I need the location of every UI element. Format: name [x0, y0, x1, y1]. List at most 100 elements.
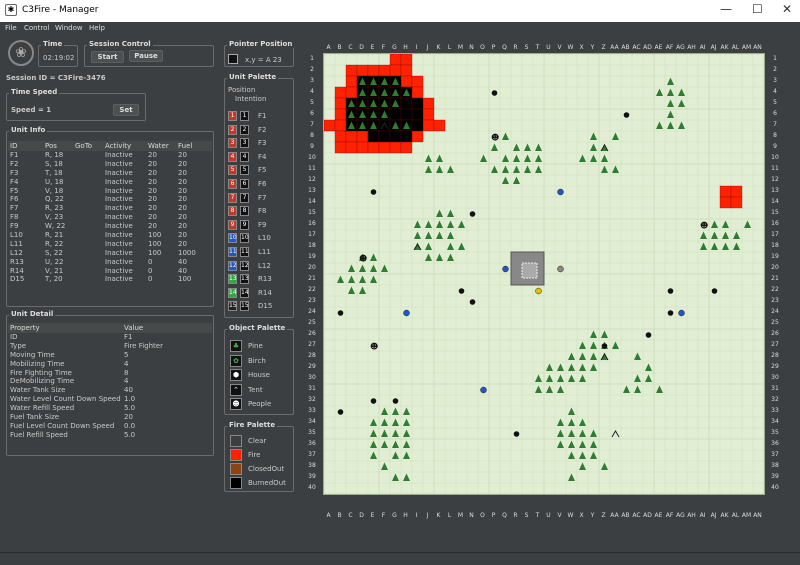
unit-palette-item[interactable]: 11 11 L11 — [228, 247, 298, 257]
unit-row[interactable]: F2 S, 18 Inactive 20 20 — [8, 160, 212, 169]
col-pos[interactable]: Pos — [45, 141, 57, 151]
col-water[interactable]: Water — [148, 141, 169, 151]
unit-intention-swatch[interactable]: 12 — [240, 260, 249, 271]
unit-palette-item[interactable]: 10 10 L10 — [228, 233, 298, 244]
unit-row[interactable]: F3 T, 18 Inactive 20 20 — [8, 169, 212, 178]
detail-row[interactable]: Water Refill Speed 5.0 — [8, 404, 212, 413]
unit-intention-swatch[interactable]: 5 — [240, 165, 249, 176]
unit-position-swatch[interactable]: 11 — [228, 247, 237, 257]
unit-row[interactable]: F4 U, 18 Inactive 20 20 — [8, 178, 212, 187]
unit-position-swatch[interactable]: 5 — [228, 165, 237, 176]
unit-row[interactable]: R14 V, 21 Inactive 0 40 — [8, 267, 212, 276]
unit-position-swatch[interactable]: 7 — [228, 192, 237, 203]
set-speed-button[interactable]: Set — [113, 104, 139, 116]
simulation-map[interactable]: ☻ ☻ ☻ ☻ — [323, 53, 765, 495]
unit-position-swatch[interactable]: 9 — [228, 219, 237, 230]
unit-intention-swatch[interactable]: 8 — [240, 206, 249, 217]
unit-palette-item[interactable]: 5 5 F5 — [228, 165, 298, 176]
detail-row[interactable]: Fuel Refill Speed 5.0 — [8, 431, 212, 440]
detail-row[interactable]: Fire Fighting Time 8 — [8, 369, 212, 378]
detail-row[interactable]: Water Tank Size 40 — [8, 386, 212, 395]
menu-window[interactable]: Window — [55, 24, 83, 32]
unit-intention-swatch[interactable]: 15 — [240, 301, 249, 312]
unit-row[interactable]: F1 R, 18 Inactive 20 20 — [8, 151, 212, 160]
col-value[interactable]: Value — [124, 323, 143, 333]
unit-position-swatch[interactable]: 13 — [228, 274, 237, 285]
col-id[interactable]: ID — [10, 141, 17, 151]
object-palette-item[interactable]: ✿ Birch — [230, 354, 290, 367]
pause-button[interactable]: Pause — [129, 50, 163, 62]
unit-position-swatch[interactable]: 2 — [228, 124, 237, 135]
col-property[interactable]: Property — [10, 323, 40, 333]
object-palette-item[interactable]: ☻ People — [230, 398, 290, 410]
maximize-icon[interactable]: ☐ — [752, 2, 763, 16]
object-palette-item[interactable]: ♣ Pine — [230, 340, 290, 352]
unit-row[interactable]: L11 R, 22 Inactive 100 20 — [8, 240, 212, 249]
unit-intention-swatch[interactable]: 11 — [240, 247, 249, 257]
col-activity[interactable]: Activity — [105, 141, 131, 151]
unit-palette-item[interactable]: 7 7 F7 — [228, 192, 298, 203]
detail-row[interactable]: Moving Time 5 — [8, 351, 212, 360]
menu-file[interactable]: File — [5, 24, 17, 32]
unit-row[interactable]: F9 W, 22 Inactive 20 20 — [8, 222, 212, 231]
unit-palette-item[interactable]: 6 6 F6 — [228, 179, 298, 189]
unit-palette-item[interactable]: 14 14 R14 — [228, 287, 298, 298]
unit-row[interactable]: F5 V, 18 Inactive 20 20 — [8, 187, 212, 196]
close-icon[interactable]: ✕ — [782, 2, 792, 16]
unit-palette-item[interactable]: 12 12 L12 — [228, 260, 298, 271]
unit-intention-swatch[interactable]: 13 — [240, 274, 249, 285]
object-palette-item[interactable]: ⌃ Tent — [230, 383, 290, 396]
fire-palette-item[interactable]: ClosedOut — [230, 463, 290, 475]
unit-intention-swatch[interactable]: 7 — [240, 192, 249, 203]
unit-row[interactable]: F6 Q, 22 Inactive 20 20 — [8, 195, 212, 204]
unit-palette-item[interactable]: 2 2 F2 — [228, 124, 298, 135]
unit-intention-swatch[interactable]: 1 — [240, 111, 249, 121]
unit-position-swatch[interactable]: 1 — [228, 111, 237, 121]
unit-position-swatch[interactable]: 10 — [228, 233, 237, 244]
map-canvas[interactable]: ☻ ☻ ☻ ☻ — [323, 53, 765, 495]
unit-intention-swatch[interactable]: 9 — [240, 219, 249, 230]
unit-palette-item[interactable]: 3 3 F3 — [228, 138, 298, 149]
col-fuel[interactable]: Fuel — [178, 141, 192, 151]
unit-palette-item[interactable]: 13 13 R13 — [228, 274, 298, 285]
detail-row[interactable]: ID F1 — [8, 333, 212, 342]
minimize-icon[interactable]: — — [720, 2, 732, 16]
unit-row[interactable]: F8 V, 23 Inactive 20 20 — [8, 213, 212, 222]
unit-intention-swatch[interactable]: 10 — [240, 233, 249, 244]
unit-row[interactable]: R13 U, 22 Inactive 0 40 — [8, 258, 212, 267]
fire-palette-item[interactable]: Fire — [230, 449, 290, 461]
unit-row[interactable]: L12 S, 22 Inactive 100 1000 — [8, 249, 212, 258]
detail-row[interactable]: Fuel Tank Size 20 — [8, 413, 212, 422]
unit-position-swatch[interactable]: 15 — [228, 301, 237, 312]
unit-intention-swatch[interactable]: 14 — [240, 287, 249, 298]
unit-intention-swatch[interactable]: 3 — [240, 138, 249, 149]
unit-intention-swatch[interactable]: 4 — [240, 151, 249, 162]
fire-palette-item[interactable]: Clear — [230, 435, 290, 447]
detail-row[interactable]: Water Level Count Down Speed 1.0 — [8, 395, 212, 404]
unit-palette-item[interactable]: 1 1 F1 — [228, 111, 298, 121]
unit-row[interactable]: F7 R, 23 Inactive 20 20 — [8, 204, 212, 213]
detail-row[interactable]: Mobilizing Time 4 — [8, 360, 212, 369]
detail-row[interactable]: Type Fire Fighter — [8, 342, 212, 351]
unit-position-swatch[interactable]: 3 — [228, 138, 237, 149]
start-button[interactable]: Start — [91, 51, 124, 63]
unit-intention-swatch[interactable]: 2 — [240, 124, 249, 135]
detail-row[interactable]: Fuel Level Count Down Speed 0.0 — [8, 422, 212, 431]
unit-palette-item[interactable]: 9 9 F9 — [228, 219, 298, 230]
unit-position-swatch[interactable]: 6 — [228, 179, 237, 189]
unit-position-swatch[interactable]: 14 — [228, 287, 237, 298]
menu-help[interactable]: Help — [89, 24, 105, 32]
col-goto[interactable]: GoTo — [75, 141, 92, 151]
unit-row[interactable]: L10 R, 21 Inactive 100 20 — [8, 231, 212, 240]
unit-row[interactable]: D15 T, 20 Inactive 0 100 — [8, 275, 212, 284]
unit-palette-item[interactable]: 4 4 F4 — [228, 151, 298, 162]
unit-position-swatch[interactable]: 8 — [228, 206, 237, 217]
menu-control[interactable]: Control — [24, 24, 49, 32]
unit-intention-swatch[interactable]: 6 — [240, 179, 249, 189]
object-palette-item[interactable]: ⬢ House — [230, 369, 290, 381]
unit-palette-item[interactable]: 8 8 F8 — [228, 206, 298, 217]
unit-position-swatch[interactable]: 4 — [228, 151, 237, 162]
fire-palette-item[interactable]: BurnedOut — [230, 477, 290, 489]
unit-palette-item[interactable]: 15 15 D15 — [228, 301, 298, 312]
unit-position-swatch[interactable]: 12 — [228, 260, 237, 271]
